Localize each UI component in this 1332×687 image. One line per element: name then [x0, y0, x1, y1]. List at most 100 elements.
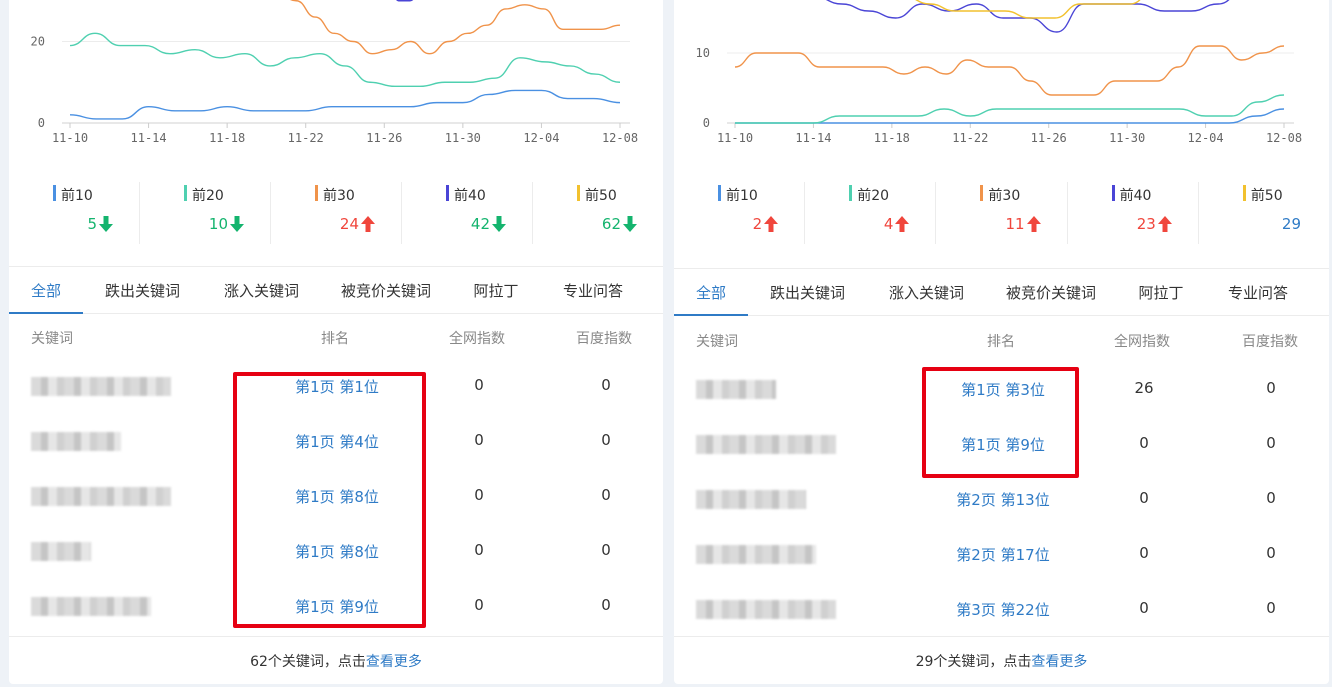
x-tick-label: 12-04 — [1188, 131, 1224, 145]
stat-value: 62 — [601, 215, 621, 233]
x-tick-label: 11-30 — [1109, 131, 1145, 145]
tab-qa[interactable]: 专业问答 — [1206, 269, 1310, 315]
all-index-value: 0 — [474, 486, 484, 504]
highlight-box — [922, 367, 1079, 478]
rank-link[interactable]: 第3页 第22位 — [923, 599, 1083, 620]
stat-value: 23 — [1136, 215, 1156, 233]
stat-value: 4 — [883, 215, 894, 233]
keyword-blurred — [31, 597, 151, 616]
tab-aladdin[interactable]: 阿拉丁 — [1116, 269, 1206, 315]
y-tick-label: 0 — [38, 116, 45, 130]
tab-dropped[interactable]: 跌出关键词 — [748, 269, 867, 315]
x-tick-label: 11-18 — [874, 131, 910, 145]
stat-value: 24 — [339, 215, 359, 233]
tab-qa[interactable]: 专业问答 — [541, 267, 645, 313]
table-row: 第2页 第13位 0 0 — [674, 472, 1329, 527]
trend-arrow-icon — [99, 216, 113, 232]
tab-all[interactable]: 全部 — [9, 267, 83, 314]
header-keyword: 关键词 — [31, 331, 73, 347]
all-index-value: 26 — [1134, 379, 1154, 397]
stat-top10: 前10 5 — [9, 182, 140, 244]
baidu-index-value: 0 — [601, 431, 611, 449]
stat-label: 前20 — [857, 188, 890, 204]
tab-aladdin[interactable]: 阿拉丁 — [451, 267, 541, 313]
header-rank: 排名 — [987, 334, 1015, 350]
stat-value: 29 — [1281, 215, 1302, 233]
all-index-value: 0 — [1139, 544, 1149, 562]
trend-arrow-icon — [230, 216, 244, 232]
y-tick-label: 10 — [696, 46, 710, 60]
baidu-index-value: 0 — [1266, 434, 1276, 452]
rank-trend-chart: 0 10 11-10 11-14 11-18 11-22 11-26 11-30 12-04 12… — [696, 0, 1302, 145]
baidu-index-value: 0 — [1266, 489, 1276, 507]
footer-count-text: 29个关键词，点击 — [915, 653, 1032, 670]
y-tick-label: 20 — [31, 35, 45, 49]
baidu-index-value: 0 — [1266, 599, 1276, 617]
tab-risen[interactable]: 涨入关键词 — [867, 269, 986, 315]
rank-stats: 前10 2 前20 4 前30 11 前40 23 前50 29 — [674, 182, 1329, 244]
x-tick-label: 11-22 — [288, 131, 324, 145]
tab-all[interactable]: 全部 — [674, 269, 748, 316]
stat-top40: 前40 23 — [1068, 182, 1199, 244]
all-index-value: 0 — [1139, 599, 1149, 617]
keyword-blurred — [696, 435, 836, 454]
tab-risen[interactable]: 涨入关键词 — [202, 267, 321, 313]
view-more-link[interactable]: 查看更多 — [1031, 651, 1087, 671]
rank-stats: 前10 5 前20 10 前30 24 前40 42 前50 62 — [9, 182, 663, 244]
x-tick-label: 11-22 — [952, 131, 988, 145]
stat-top50: 前50 62 — [533, 182, 663, 244]
stat-top30: 前30 24 — [271, 182, 402, 244]
x-tick-label: 11-10 — [52, 131, 88, 145]
rank-link[interactable]: 第2页 第13位 — [923, 489, 1083, 510]
trend-arrow-icon — [492, 216, 506, 232]
x-tick-label: 11-10 — [717, 131, 753, 145]
stat-label: 前40 — [1119, 188, 1152, 204]
all-index-value: 0 — [474, 596, 484, 614]
stat-label: 前40 — [454, 188, 486, 204]
trend-arrow-icon — [764, 216, 779, 232]
header-baidu-index: 百度指数 — [1242, 334, 1298, 350]
all-index-value: 0 — [474, 376, 484, 394]
tab-bidding[interactable]: 被竞价关键词 — [986, 269, 1116, 315]
tab-bidding[interactable]: 被竞价关键词 — [321, 267, 451, 313]
x-tick-label: 11-30 — [445, 131, 481, 145]
stat-top10: 前10 2 — [674, 182, 806, 244]
rank-trend-chart: 0 20 11-10 11-14 11-18 11-22 11-26 11-30 12-04 12… — [31, 0, 638, 145]
keyword-tabs: 全部 跌出关键词 涨入关键词 被竞价关键词 阿拉丁 专业问答 — [674, 268, 1329, 316]
baidu-index-value: 0 — [1266, 544, 1276, 562]
stat-label: 前50 — [585, 188, 617, 204]
header-all-index: 全网指数 — [1114, 334, 1170, 350]
stat-label: 前30 — [988, 188, 1021, 204]
view-more-link[interactable]: 查看更多 — [366, 651, 422, 671]
tab-dropped[interactable]: 跌出关键词 — [83, 267, 202, 313]
trend-arrow-icon — [1026, 216, 1041, 232]
all-index-value: 0 — [1139, 434, 1149, 452]
x-tick-label: 11-26 — [366, 131, 402, 145]
series-line-前30 — [290, 0, 621, 55]
x-tick-label: 12-08 — [602, 131, 638, 145]
x-tick-label: 11-18 — [209, 131, 245, 145]
stat-value: 11 — [1005, 215, 1025, 233]
stat-top50: 前50 29 — [1199, 182, 1329, 244]
x-tick-label: 12-08 — [1266, 131, 1302, 145]
all-index-value: 0 — [474, 541, 484, 559]
table-footer: 29个关键词，点击 查看更多 — [674, 636, 1329, 684]
series-line-前40 — [396, 0, 414, 2]
keyword-blurred — [31, 432, 121, 451]
baidu-index-value: 0 — [601, 541, 611, 559]
y-tick-label: 0 — [703, 116, 710, 130]
baidu-index-value: 0 — [1266, 379, 1276, 397]
keyword-panel-right: 0 10 11-10 11-14 11-18 11-22 11-26 11-30 12-04 12… — [674, 0, 1329, 684]
stat-label: 前50 — [1250, 188, 1283, 204]
baidu-index-value: 0 — [601, 376, 611, 394]
stat-top20: 前20 10 — [140, 182, 271, 244]
keyword-blurred — [31, 377, 171, 396]
x-tick-label: 12-04 — [523, 131, 559, 145]
keyword-blurred — [696, 600, 836, 619]
stat-label: 前10 — [726, 188, 758, 204]
rank-link[interactable]: 第2页 第17位 — [923, 544, 1083, 565]
keyword-blurred — [696, 380, 776, 399]
stat-top30: 前30 11 — [936, 182, 1068, 244]
header-all-index: 全网指数 — [449, 331, 505, 347]
trend-arrow-icon — [623, 216, 637, 232]
